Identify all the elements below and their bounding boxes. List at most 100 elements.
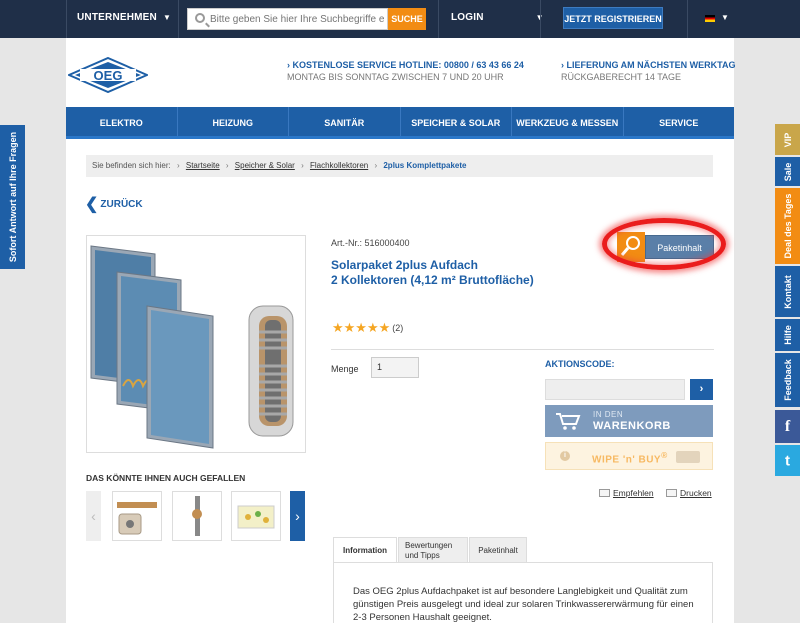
side-tab-kontakt[interactable]: Kontakt bbox=[775, 266, 800, 318]
tab-information[interactable]: Information bbox=[333, 537, 397, 563]
company-menu[interactable]: UNTERNEHMEN ▼ bbox=[77, 12, 171, 23]
hotline-info: › KOSTENLOSE SERVICE HOTLINE: 00800 / 63… bbox=[287, 60, 524, 82]
company-menu-label: UNTERNEHMEN bbox=[77, 12, 157, 23]
side-tab-feedback[interactable]: Feedback bbox=[775, 353, 800, 408]
facebook-glyph: f bbox=[784, 417, 791, 435]
back-link[interactable]: ❮ ZURÜCK bbox=[85, 194, 143, 214]
thumbnail-product-3[interactable] bbox=[231, 491, 281, 541]
tab-information-label: Information bbox=[343, 545, 387, 555]
hot-water-tank bbox=[248, 305, 294, 437]
register-button[interactable]: JETZT REGISTRIEREN bbox=[563, 7, 663, 29]
logo-text: OEG bbox=[94, 68, 123, 83]
rating-stars[interactable]: ★★★★★ (2) bbox=[332, 320, 403, 336]
side-tab-vip[interactable]: VIP bbox=[775, 124, 800, 156]
delivery-title: › LIEFERUNG AM NÄCHSTEN WERKTAG bbox=[561, 60, 736, 70]
thumbnail-product-2[interactable] bbox=[172, 491, 222, 541]
hotline-title: › KOSTENLOSE SERVICE HOTLINE: 00800 / 63… bbox=[287, 60, 524, 70]
also-like-heading: DAS KÖNNTE IHNEN AUCH GEFALLEN bbox=[86, 473, 246, 483]
login-menu[interactable]: LOGIN▼ bbox=[451, 12, 544, 23]
quantity-label: Menge bbox=[331, 364, 359, 374]
chevron-right-icon: › bbox=[374, 161, 378, 170]
tab-bewertungen-label-1: Bewertungen bbox=[405, 540, 453, 550]
facebook-icon[interactable]: f bbox=[775, 410, 800, 444]
star-icons: ★★★★★ bbox=[332, 320, 391, 335]
chevron-down-icon: ▼ bbox=[162, 13, 172, 22]
search-box bbox=[187, 8, 388, 30]
breadcrumb-link-startseite[interactable]: Startseite bbox=[186, 161, 220, 170]
nav-item-werkzeug[interactable]: WERKZEUG & MESSEN bbox=[512, 107, 624, 136]
highlight-circle bbox=[602, 218, 726, 270]
back-label: ZURÜCK bbox=[100, 199, 143, 210]
product-title-line1: Solarpaket 2plus Aufdach bbox=[331, 258, 478, 272]
valve-thumbnail bbox=[192, 496, 202, 536]
printer-icon bbox=[666, 489, 677, 497]
review-count[interactable]: (2) bbox=[392, 323, 403, 333]
product-description: Das OEG 2plus Aufdachpaket ist auf beson… bbox=[353, 586, 694, 623]
nav-item-heizung[interactable]: HEIZUNG bbox=[178, 107, 289, 136]
nav-item-sanitaer[interactable]: SANITÄR bbox=[289, 107, 401, 136]
tab-bewertungen[interactable]: Bewertungen und Tipps bbox=[398, 537, 468, 563]
tab-paketinhalt-label: Paketinhalt bbox=[478, 545, 518, 555]
promo-code-submit-button[interactable]: › bbox=[690, 379, 713, 400]
tab-bewertungen-label-2: und Tipps bbox=[405, 550, 440, 560]
wipe-n-buy-text: WIPE 'n' BUY bbox=[592, 454, 662, 466]
twitter-icon[interactable]: t bbox=[775, 445, 800, 477]
nav-item-speicher-solar[interactable]: SPEICHER & SOLAR bbox=[401, 107, 512, 136]
breadcrumb-link-flachkollektoren[interactable]: Flachkollektoren bbox=[310, 161, 368, 170]
side-tab-hilfe[interactable]: Hilfe bbox=[775, 319, 800, 352]
main-nav: ELEKTRO HEIZUNG SANITÄR SPEICHER & SOLAR… bbox=[66, 107, 734, 139]
side-tab-vip-label: VIP bbox=[782, 132, 793, 147]
fittings-set-thumbnail bbox=[237, 505, 275, 529]
sofort-antwort-label: Sofort Antwort auf Ihre Fragen bbox=[7, 131, 18, 263]
quantity-input[interactable]: 1 bbox=[371, 357, 419, 378]
nav-item-elektro[interactable]: ELEKTRO bbox=[66, 107, 178, 136]
side-tab-kontakt-label: Kontakt bbox=[782, 274, 793, 309]
info-icon: i bbox=[560, 451, 570, 461]
breadcrumb: Sie befinden sich hier: › Startseite › S… bbox=[86, 155, 713, 177]
immersion-heater-thumbnail bbox=[117, 502, 157, 535]
cart-label-line1: IN DEN bbox=[593, 410, 624, 419]
nav-item-service[interactable]: SERVICE bbox=[624, 107, 735, 136]
top-bar: UNTERNEHMEN▼ SUCHE LOGIN▼ JETZT REGISTRI… bbox=[0, 0, 800, 38]
chevron-down-icon[interactable]: ▼ bbox=[721, 13, 729, 22]
add-to-cart-button[interactable]: IN DEN WARENKORB bbox=[545, 405, 713, 437]
product-title: Solarpaket 2plus Aufdach 2 Kollektoren (… bbox=[331, 258, 534, 288]
divider bbox=[66, 0, 67, 38]
twitter-glyph: t bbox=[785, 452, 790, 469]
recommend-link[interactable]: Empfehlen bbox=[599, 488, 654, 498]
german-flag-icon[interactable] bbox=[705, 15, 715, 22]
sofort-antwort-tab[interactable]: Sofort Antwort auf Ihre Fragen bbox=[0, 125, 25, 269]
product-tabs: Information Bewertungen und Tipps Paketi… bbox=[333, 537, 528, 563]
divider bbox=[687, 0, 688, 38]
promo-code-input[interactable] bbox=[545, 379, 685, 400]
login-label: LOGIN bbox=[451, 12, 484, 23]
wipe-n-buy-button[interactable]: i WIPE 'n' BUY® bbox=[545, 442, 713, 470]
chevron-right-icon: › bbox=[176, 161, 180, 170]
tab-paketinhalt[interactable]: Paketinhalt bbox=[469, 537, 527, 563]
oeg-logo[interactable]: OEG bbox=[68, 57, 148, 93]
side-tab-hilfe-label: Hilfe bbox=[782, 325, 793, 345]
print-link[interactable]: Drucken bbox=[666, 488, 712, 498]
carousel-prev-button[interactable]: ‹ bbox=[86, 491, 101, 541]
breadcrumb-prefix: Sie befinden sich hier: bbox=[92, 161, 171, 170]
delivery-subtitle: RÜCKGABERECHT 14 TAGE bbox=[561, 72, 682, 82]
search-button[interactable]: SUCHE bbox=[388, 8, 426, 30]
envelope-icon bbox=[599, 489, 610, 497]
breadcrumb-link-speicher-solar[interactable]: Speicher & Solar bbox=[235, 161, 295, 170]
side-tab-sale[interactable]: Sale bbox=[775, 157, 800, 187]
cart-label-line2: WARENKORB bbox=[593, 420, 671, 432]
delivery-info: › LIEFERUNG AM NÄCHSTEN WERKTAG RÜCKGABE… bbox=[561, 60, 736, 82]
thumbnail-product-1[interactable] bbox=[112, 491, 162, 541]
product-image[interactable] bbox=[86, 235, 306, 453]
breadcrumb-current: 2plus Komplettpakete bbox=[383, 161, 467, 170]
carousel-next-button[interactable]: › bbox=[290, 491, 305, 541]
chevron-right-icon: › bbox=[301, 161, 304, 170]
product-title-line2: 2 Kollektoren (4,12 m² Bruttofläche) bbox=[331, 273, 534, 287]
search-icon bbox=[195, 13, 205, 23]
shopping-cart-icon bbox=[556, 413, 581, 430]
article-number: Art.-Nr.: 516000400 bbox=[331, 238, 410, 248]
search-input[interactable] bbox=[210, 11, 384, 27]
divider bbox=[438, 0, 439, 38]
side-tab-deal[interactable]: Deal des Tages bbox=[775, 188, 800, 265]
promo-code-label: AKTIONSCODE: bbox=[545, 359, 615, 369]
